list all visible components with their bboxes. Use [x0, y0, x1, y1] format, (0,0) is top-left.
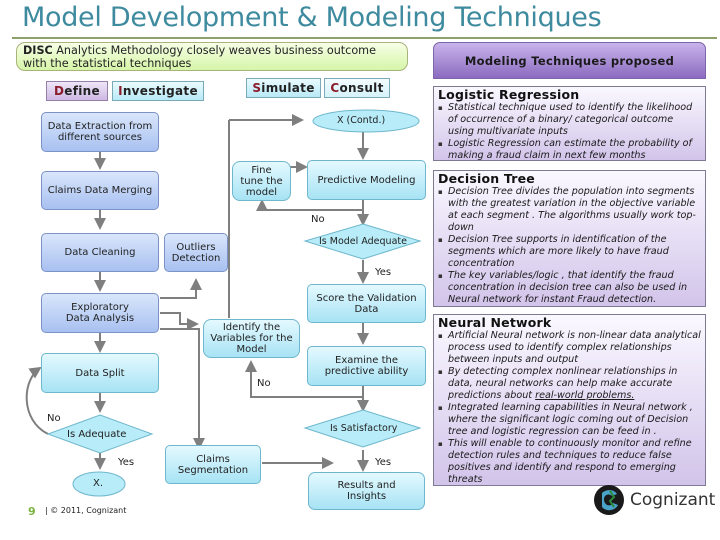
label-yes-model: Yes — [375, 267, 392, 278]
box-label: Score the Validation Data — [316, 292, 417, 315]
box-claims-segmentation: Claims Segmentation — [165, 445, 261, 484]
box-label: Fine tune the model — [240, 164, 283, 198]
box-label: Predictive Modeling — [317, 174, 416, 186]
underlined-link-text: real-world problems. — [535, 390, 635, 401]
box-label: Examine the predictive ability — [324, 355, 409, 377]
box-data-cleaning: Data Cleaning — [41, 233, 159, 272]
box-fine-tune: Fine tune the model — [232, 161, 291, 201]
box-label: Claims Segmentation — [177, 453, 249, 476]
box-data-extraction: Data Extraction from different sources — [41, 112, 159, 152]
arrow-no-finetune — [256, 199, 364, 211]
bullet: Decision Tree supports in identification… — [438, 234, 701, 270]
bullet: Statistical technique used to identify t… — [438, 102, 701, 138]
logo-text: Cognizant — [630, 490, 716, 510]
arrow-eda-segmentation — [160, 328, 205, 450]
x-end-label: X. — [93, 478, 104, 489]
box-examine-predictive: Examine the predictive ability — [307, 346, 426, 386]
cognizant-globe-icon — [594, 485, 624, 515]
box-identify-variables: Identify the Variables for the Model — [203, 319, 300, 358]
label-no-adequate: No — [47, 413, 61, 424]
bullet: Decision Tree divides the population int… — [438, 186, 701, 234]
box-score-validation: Score the Validation Data — [307, 284, 426, 323]
box-predictive-modeling: Predictive Modeling — [307, 160, 426, 200]
box-results-insights: Results and Insights — [308, 472, 425, 510]
is-model-adequate-label: Is Model Adequate — [319, 236, 407, 247]
box-data-split: Data Split — [41, 353, 159, 393]
bullet: Logistic Regression can estimate the pro… — [438, 138, 701, 162]
label-yes-satisfactory: Yes — [375, 457, 392, 468]
panel-title: Decision Tree — [438, 171, 535, 186]
is-satisfactory-label: Is Satisfactory — [330, 423, 398, 434]
box-label: Claims Data Merging — [47, 185, 153, 196]
bullet: Integrated learning capabilities in Neur… — [438, 402, 701, 438]
panel-logistic-regression: Logistic Regression Statistical techniqu… — [433, 86, 706, 161]
bullet: The key variables/logic , that identify … — [438, 270, 701, 306]
box-claims-merging: Claims Data Merging — [41, 171, 159, 210]
label-no-model: No — [311, 214, 325, 225]
bullet: Artificial Neural network is non-linear … — [438, 330, 701, 366]
arrow-eda-identify — [160, 312, 199, 330]
page-number: 9 — [28, 505, 36, 518]
label-no-examine: No — [257, 378, 271, 389]
bullet: This will enable to continuously monitor… — [438, 438, 701, 486]
bullet: By detecting complex nonlinear relations… — [438, 366, 701, 402]
x-contd-label: X (Contd.) — [337, 115, 386, 126]
panel-title: Neural Network — [438, 315, 552, 330]
copyright: | © 2011, Cognizant — [45, 506, 127, 515]
box-label: Results and Insights — [337, 480, 396, 502]
box-outliers: Outliers Detection — [164, 233, 228, 272]
cognizant-logo: Cognizant — [592, 483, 715, 517]
box-label: Exploratory Data Analysis — [65, 302, 135, 324]
arrow-eda-outliers — [160, 278, 202, 299]
box-label: Data Cleaning — [64, 247, 136, 258]
box-label: Data Extraction from different sources — [47, 121, 153, 143]
label-yes-adequate: Yes — [118, 457, 135, 468]
box-label: Data Split — [75, 367, 125, 379]
panel-decision-tree: Decision Tree Decision Tree divides the … — [433, 170, 706, 307]
panel-title: Logistic Regression — [438, 87, 580, 102]
box-eda: Exploratory Data Analysis — [41, 293, 159, 333]
techniques-header: Modeling Techniques proposed — [433, 42, 706, 79]
box-label: Identify the Variables for the Model — [210, 322, 293, 355]
box-label: Outliers Detection — [171, 241, 221, 264]
is-adequate-label: Is Adequate — [67, 429, 127, 440]
panel-neural-network: Neural Network Artificial Neural network… — [433, 314, 706, 486]
